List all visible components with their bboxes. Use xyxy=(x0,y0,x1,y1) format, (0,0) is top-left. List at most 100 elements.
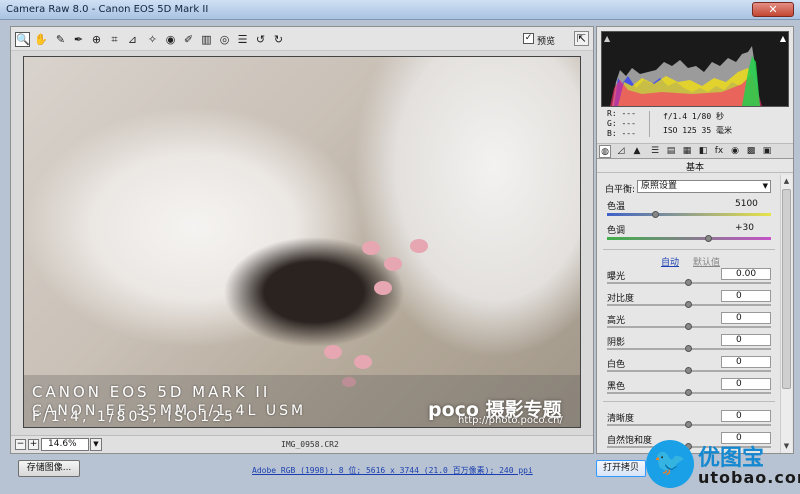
zoom-out-button[interactable]: − xyxy=(15,439,26,450)
adjust-slider-thumb[interactable] xyxy=(685,367,692,374)
tab-effects-preview[interactable]: ◧ xyxy=(697,145,709,158)
color-sampler-tool-icon[interactable]: ✒ xyxy=(71,32,86,47)
window-title: Camera Raw 8.0 - Canon EOS 5D Mark II xyxy=(6,4,209,15)
zoom-tool-icon[interactable]: 🔍 xyxy=(15,32,30,47)
adjust-slider-thumb[interactable] xyxy=(685,389,692,396)
histogram: ▲ ▲ xyxy=(601,31,789,107)
adjust-slider[interactable] xyxy=(607,367,771,374)
readout-divider xyxy=(649,111,650,137)
preview-checkbox[interactable]: ✓ xyxy=(523,33,534,44)
adjust-slider-thumb[interactable] xyxy=(685,323,692,330)
image-preview-canvas[interactable]: CANON EOS 5D MARK II CANON EF 35MM F/1.4… xyxy=(23,56,581,428)
adjust-slider-thumb[interactable] xyxy=(685,301,692,308)
divider xyxy=(603,249,775,250)
rotate-ccw-icon[interactable]: ↺ xyxy=(253,32,268,47)
readout-b: B: --- xyxy=(607,129,636,138)
divider xyxy=(603,401,775,402)
window-close-button[interactable]: ✕ xyxy=(752,2,794,17)
flower-bouquet xyxy=(324,237,444,387)
default-link[interactable]: 默认值 xyxy=(693,255,720,268)
tab-basic[interactable]: ◍ xyxy=(599,145,611,158)
logo-en-text: utobao.com xyxy=(698,468,800,487)
slider-label: 白色 xyxy=(607,360,626,370)
shadow-clipping-icon[interactable]: ▲ xyxy=(604,34,610,43)
slider-value-field[interactable]: 0 xyxy=(721,410,771,422)
scroll-thumb[interactable] xyxy=(782,189,791,389)
adjust-slider[interactable] xyxy=(607,323,771,330)
slider-label: 曝光 xyxy=(607,272,626,282)
crop-tool-icon[interactable]: ⌗ xyxy=(107,32,122,47)
title-bar: Camera Raw 8.0 - Canon EOS 5D Mark II ✕ xyxy=(0,0,800,20)
slider-value-field[interactable]: 0 xyxy=(721,378,771,390)
chevron-down-icon: ▼ xyxy=(762,182,768,190)
tab-presets[interactable]: ▩ xyxy=(745,145,757,158)
histogram-graph xyxy=(610,46,762,106)
adjust-slider[interactable] xyxy=(607,301,771,308)
tab-detail[interactable]: ▲ xyxy=(631,145,643,158)
tab-effects[interactable]: fx xyxy=(713,145,725,158)
slider-value-field[interactable]: 0 xyxy=(721,334,771,346)
adjust-slider-thumb[interactable] xyxy=(685,345,692,352)
adjust-slider[interactable] xyxy=(607,389,771,396)
slider-value-field[interactable]: 0 xyxy=(721,290,771,302)
highlight-clipping-icon[interactable]: ▲ xyxy=(780,34,786,43)
adjustments-panel: ▲ ▲ R: --- G: --- B: --- f/1.4 1/80 秒 IS… xyxy=(596,26,794,454)
panel-tabs: ◍ ◿ ▲ ☰ ▤ ▦ ◧ fx ◉ ▩ ▣ xyxy=(597,143,793,159)
white-balance-select[interactable]: 原照设置 ▼ xyxy=(637,180,771,193)
scroll-up-icon[interactable]: ▲ xyxy=(781,176,792,187)
zoom-dropdown-icon[interactable]: ▼ xyxy=(90,438,102,451)
adjust-slider[interactable] xyxy=(607,279,771,286)
tab-hsl[interactable]: ☰ xyxy=(649,145,661,158)
tab-split-toning[interactable]: ▤ xyxy=(665,145,677,158)
white-balance-label: 白平衡: xyxy=(605,185,636,195)
adjustment-brush-icon[interactable]: ✐ xyxy=(181,32,196,47)
slider-value-field[interactable]: 0 xyxy=(721,356,771,368)
white-balance-tool-icon[interactable]: ✎ xyxy=(53,32,68,47)
tab-tone-curve[interactable]: ◿ xyxy=(615,145,627,158)
tool-bar: 🔍 ✋ ✎ ✒ ⊕ ⌗ ⊿ ✧ ◉ ✐ ▥ ◎ ☰ ↺ ↻ ✓ 预览 ⇱ xyxy=(11,27,593,51)
tab-camera-calibration[interactable]: ◉ xyxy=(729,145,741,158)
tint-label: 色调 xyxy=(607,226,626,236)
bird-icon: 🐦 xyxy=(646,440,694,488)
readout-r: R: --- xyxy=(607,109,636,118)
caption-camera: CANON EOS 5D MARK II xyxy=(32,383,271,401)
temperature-slider-thumb[interactable] xyxy=(652,211,660,218)
tab-snapshots[interactable]: ▣ xyxy=(761,145,773,158)
tab-lens-corrections[interactable]: ▦ xyxy=(681,145,693,158)
open-copy-button[interactable]: 打开拷贝 xyxy=(596,460,646,477)
adjust-slider[interactable] xyxy=(607,421,771,428)
rotate-cw-icon[interactable]: ↻ xyxy=(271,32,286,47)
slider-label: 黑色 xyxy=(607,382,626,392)
slider-value-field[interactable]: 0.00 xyxy=(721,268,771,280)
adjust-slider[interactable] xyxy=(607,345,771,352)
spot-removal-tool-icon[interactable]: ✧ xyxy=(145,32,160,47)
slider-value-field[interactable]: 0 xyxy=(721,312,771,324)
photo-preview xyxy=(24,57,580,427)
red-eye-tool-icon[interactable]: ◉ xyxy=(163,32,178,47)
zoom-in-button[interactable]: + xyxy=(28,439,39,450)
radial-filter-icon[interactable]: ◎ xyxy=(217,32,232,47)
basic-section-title: 基本 xyxy=(597,160,793,173)
auto-link[interactable]: 自动 xyxy=(661,255,679,268)
save-image-button[interactable]: 存储图像... xyxy=(18,460,80,477)
tint-value[interactable]: +30 xyxy=(735,223,754,233)
adjust-slider-thumb[interactable] xyxy=(685,279,692,286)
adjust-slider-thumb[interactable] xyxy=(685,421,692,428)
tint-slider-thumb[interactable] xyxy=(704,235,712,242)
white-balance-value: 原照设置 xyxy=(641,181,678,191)
temperature-slider[interactable] xyxy=(607,211,771,218)
tint-slider[interactable] xyxy=(607,235,771,242)
exif-iso-focal: ISO 125 35 毫米 xyxy=(663,126,732,135)
target-adjust-tool-icon[interactable]: ⊕ xyxy=(89,32,104,47)
workflow-options-link[interactable]: Adobe RGB (1998); 8 位; 5616 x 3744 (21.0… xyxy=(252,465,533,476)
hand-tool-icon[interactable]: ✋ xyxy=(33,32,48,47)
zoom-level-field[interactable]: 14.6% xyxy=(41,438,89,451)
straighten-tool-icon[interactable]: ⊿ xyxy=(125,32,140,47)
temperature-value[interactable]: 5100 xyxy=(735,199,758,209)
slider-label: 对比度 xyxy=(607,294,635,304)
preferences-icon[interactable]: ☰ xyxy=(235,32,250,47)
fullscreen-toggle-icon[interactable]: ⇱ xyxy=(574,31,589,46)
panel-scrollbar[interactable]: ▲ ▼ xyxy=(780,175,792,453)
slider-label: 清晰度 xyxy=(607,414,635,424)
graduated-filter-icon[interactable]: ▥ xyxy=(199,32,214,47)
